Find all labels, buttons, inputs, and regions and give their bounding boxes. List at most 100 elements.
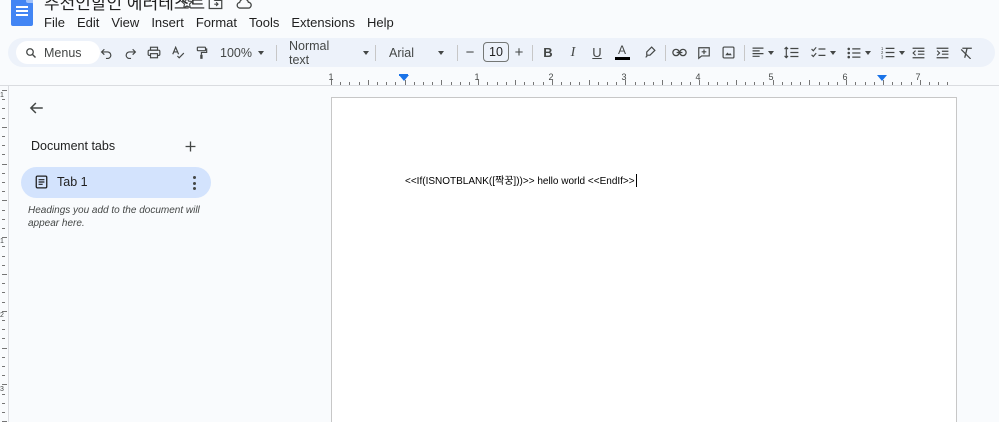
- chevron-down-icon: [829, 50, 836, 55]
- insert-link-icon[interactable]: [670, 38, 688, 67]
- chevron-down-icon: [438, 50, 445, 55]
- document-body-text[interactable]: <<If(ISNOTBLANK([짝꿍]))>> hello world <<E…: [405, 172, 637, 187]
- vruler-tick: [2, 154, 5, 156]
- title-bar: 추천인할인 에러테스트 File Edit View Insert Format…: [0, 0, 999, 34]
- vruler-tick: [2, 301, 5, 303]
- svg-text:3: 3: [881, 54, 884, 59]
- line-spacing-icon[interactable]: [782, 38, 800, 67]
- bold-button[interactable]: B: [541, 38, 555, 67]
- vruler-tick: [2, 292, 5, 294]
- clear-formatting-icon[interactable]: [958, 38, 974, 67]
- vruler-tick: [2, 182, 5, 183]
- back-arrow-icon[interactable]: [25, 97, 47, 119]
- vruler-tick: [2, 163, 7, 165]
- vruler-tick: [2, 283, 5, 285]
- vruler-tick: [2, 218, 5, 220]
- vruler-tick: [2, 310, 7, 312]
- more-vert-icon[interactable]: [191, 176, 197, 190]
- highlight-pen-icon[interactable]: [642, 38, 658, 67]
- vruler-tick: [2, 228, 5, 229]
- document-tab-icon: [35, 175, 48, 194]
- menu-extensions[interactable]: Extensions: [285, 13, 361, 33]
- font-size-input[interactable]: 10: [483, 42, 509, 62]
- chevron-down-icon: [363, 50, 369, 55]
- vruler-label: 3: [0, 386, 4, 393]
- font-family-select[interactable]: Arial: [389, 38, 451, 67]
- vruler-label: 1: [0, 238, 4, 245]
- menu-help[interactable]: Help: [361, 13, 400, 33]
- document-page[interactable]: <<If(ISNOTBLANK([짝꿍]))>> hello world <<E…: [331, 97, 957, 422]
- vruler-tick: [2, 356, 5, 358]
- insert-comment-icon[interactable]: [696, 38, 712, 67]
- paint-format-icon[interactable]: [194, 38, 210, 67]
- checklist-icon[interactable]: [808, 38, 838, 67]
- vruler-tick: [2, 136, 5, 137]
- search-menus-label: Menus: [44, 45, 82, 60]
- bulleted-list-icon[interactable]: [844, 38, 874, 67]
- vruler-tick: [2, 209, 5, 211]
- tab-item-tab-1[interactable]: Tab 1: [21, 167, 211, 198]
- vruler-tick: [2, 274, 7, 275]
- vruler-tick: [2, 375, 5, 377]
- redo-icon[interactable]: [122, 38, 138, 67]
- text-cursor: [635, 174, 637, 187]
- chevron-down-icon: [257, 50, 264, 55]
- vruler-tick: [2, 99, 5, 101]
- vruler-tick: [2, 90, 7, 91]
- menu-view[interactable]: View: [105, 13, 145, 33]
- outline-hint: Headings you add to the document will ap…: [28, 205, 200, 229]
- menu-tools[interactable]: Tools: [243, 13, 285, 33]
- vruler-tick: [2, 412, 5, 413]
- vruler-tick: [2, 366, 5, 367]
- tab-label: Tab 1: [57, 175, 88, 189]
- insert-image-icon[interactable]: [720, 38, 736, 67]
- vruler-tick: [2, 126, 7, 128]
- align-icon[interactable]: [750, 38, 776, 67]
- vruler-tick: [2, 255, 5, 257]
- vruler-tick: [2, 145, 5, 147]
- search-icon: [26, 47, 36, 58]
- toolbar: Menus 100% Normal text Arial − 10 + B I …: [8, 38, 995, 67]
- menu-edit[interactable]: Edit: [71, 13, 105, 33]
- document-tabs-heading: Document tabs: [31, 139, 116, 153]
- horizontal-ruler[interactable]: 1 1 2 3 4 5 6 7: [328, 70, 957, 86]
- vruler-tick: [2, 347, 7, 349]
- right-indent-marker[interactable]: [877, 75, 887, 81]
- menu-format[interactable]: Format: [190, 13, 243, 33]
- underline-button[interactable]: U: [590, 38, 604, 67]
- vruler-tick: [2, 237, 7, 239]
- increase-font-size-button[interactable]: +: [513, 38, 525, 67]
- text-color-button[interactable]: A: [614, 38, 630, 67]
- numbered-list-icon[interactable]: 123: [878, 38, 908, 67]
- decrease-font-size-button[interactable]: −: [464, 38, 476, 67]
- vruler-tick: [2, 117, 5, 119]
- italic-button[interactable]: I: [566, 38, 580, 67]
- print-icon[interactable]: [146, 38, 162, 67]
- vruler-tick: [2, 246, 5, 248]
- font-family-value: Arial: [389, 45, 415, 60]
- cloud-saved-icon[interactable]: [234, 0, 252, 10]
- menu-insert[interactable]: Insert: [145, 13, 190, 33]
- vruler-tick: [2, 264, 5, 266]
- vertical-ruler[interactable]: 1 1 2 3: [0, 86, 9, 422]
- add-tab-button[interactable]: [182, 138, 198, 154]
- vruler-tick: [2, 329, 5, 331]
- star-icon[interactable]: [178, 0, 196, 10]
- menu-bar: File Edit View Insert Format Tools Exten…: [38, 13, 400, 33]
- spellcheck-icon[interactable]: [170, 38, 186, 67]
- document-text: <<If(ISNOTBLANK([짝꿍]))>> hello world <<E…: [405, 176, 635, 187]
- vruler-tick: [2, 402, 5, 404]
- decrease-indent-icon[interactable]: [910, 38, 926, 67]
- undo-icon[interactable]: [98, 38, 114, 67]
- vruler-tick: [2, 172, 5, 174]
- move-folder-icon[interactable]: [206, 0, 224, 10]
- increase-indent-icon[interactable]: [934, 38, 950, 67]
- zoom-select[interactable]: 100%: [220, 38, 270, 67]
- vruler-tick: [2, 338, 5, 340]
- menu-file[interactable]: File: [38, 13, 71, 33]
- search-menus-input[interactable]: Menus: [16, 41, 100, 64]
- paragraph-style-select[interactable]: Normal text: [289, 38, 369, 67]
- zoom-value: 100%: [220, 45, 252, 60]
- vruler-label: 2: [0, 312, 4, 319]
- docs-logo-icon[interactable]: [11, 0, 33, 26]
